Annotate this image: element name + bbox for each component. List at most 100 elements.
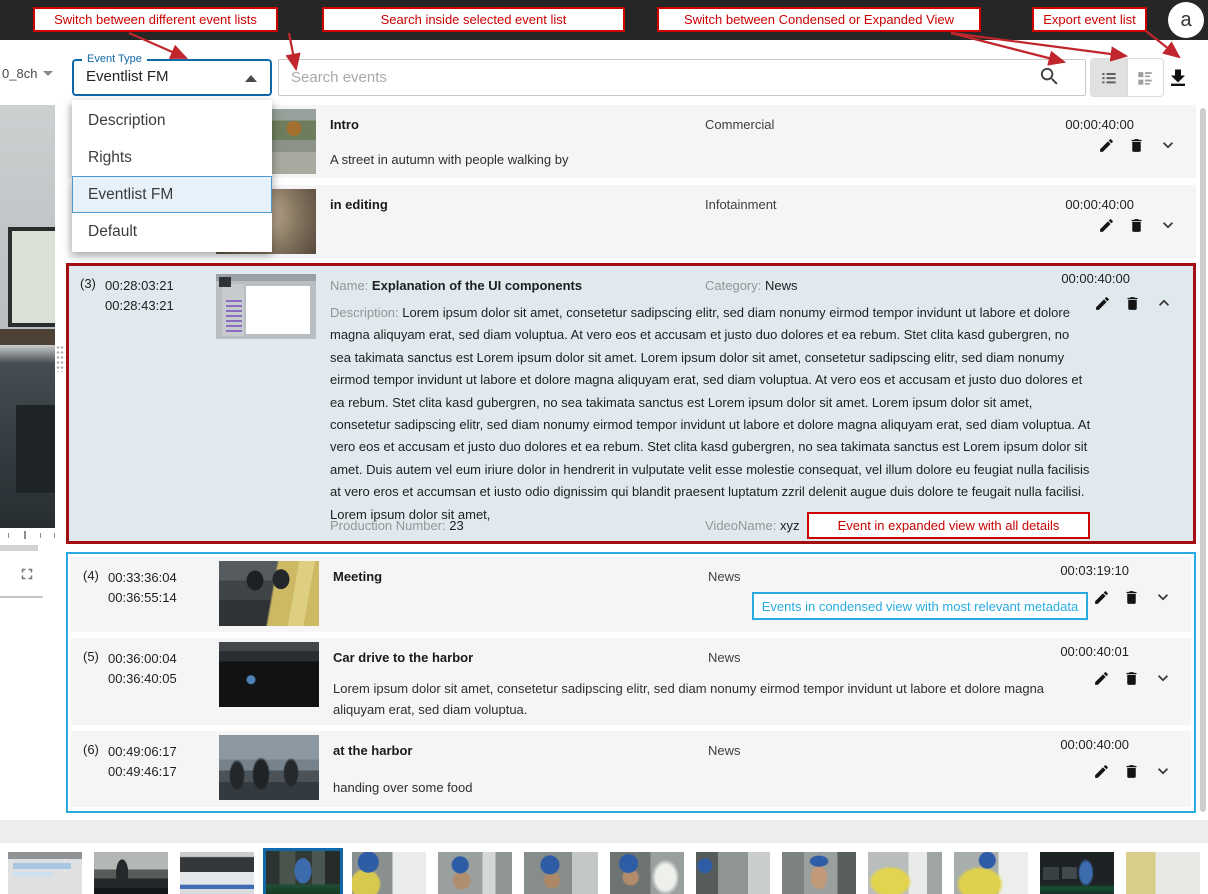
- chevron-down-icon[interactable]: [1153, 587, 1173, 607]
- event-title: Intro: [330, 117, 359, 132]
- delete-icon[interactable]: [1124, 295, 1141, 312]
- event-actions: [1098, 215, 1178, 235]
- filmstrip-thumbnail[interactable]: [868, 852, 942, 894]
- event-row-expanded[interactable]: (3) 00:28:03:21 00:28:43:21 Name: Explan…: [66, 263, 1196, 544]
- chevron-down-icon: [43, 71, 53, 76]
- event-category: Infotainment: [705, 197, 777, 212]
- menu-item-default[interactable]: Default: [72, 213, 272, 250]
- delete-icon[interactable]: [1123, 589, 1140, 606]
- condensed-events-group: (4) 00:33:36:04 00:36:55:14 Meeting News…: [66, 552, 1196, 813]
- event-thumbnail: [219, 561, 319, 626]
- list-view-button[interactable]: [1091, 59, 1127, 96]
- timecode-in: 00:28:03:21: [105, 276, 174, 296]
- timeline-tick: [40, 533, 41, 538]
- timeline-tick: [8, 533, 9, 538]
- event-type-dropdown-menu: Description Rights Eventlist FM Default: [72, 100, 272, 252]
- condensed-view-button[interactable]: [1127, 59, 1164, 96]
- annotation-condensed-view: Events in condensed view with most relev…: [752, 592, 1088, 620]
- timecode-in: 00:49:06:17: [108, 742, 177, 762]
- search-icon[interactable]: [1038, 65, 1061, 88]
- scrollbar[interactable]: [1200, 108, 1206, 812]
- filmstrip-thumbnail[interactable]: [438, 852, 512, 894]
- video-frame-device: [16, 405, 55, 493]
- delete-icon[interactable]: [1128, 137, 1145, 154]
- event-type-value: Eventlist FM: [86, 68, 169, 85]
- event-duration: 00:03:19:10: [1060, 563, 1129, 578]
- filmstrip-thumbnail[interactable]: [610, 852, 684, 894]
- menu-item-rights[interactable]: Rights: [72, 139, 272, 176]
- top-bar: Switch between different event lists Sea…: [0, 0, 1208, 40]
- event-duration: 00:00:40:00: [1065, 117, 1134, 132]
- event-timecodes: 00:33:36:04 00:36:55:14: [108, 568, 177, 608]
- event-timecodes: 00:28:03:21 00:28:43:21: [105, 276, 174, 316]
- event-description: handing over some food: [333, 777, 1053, 798]
- chevron-down-icon[interactable]: [1158, 135, 1178, 155]
- chevron-up-icon[interactable]: [1154, 293, 1174, 313]
- filmstrip-thumbnail[interactable]: [782, 852, 856, 894]
- menu-item-eventlist-fm[interactable]: Eventlist FM: [72, 176, 272, 213]
- view-toggle-group: [1090, 58, 1164, 97]
- edit-icon[interactable]: [1093, 589, 1110, 606]
- fullscreen-button[interactable]: [18, 565, 38, 585]
- delete-icon[interactable]: [1128, 217, 1145, 234]
- filmstrip-thumbnail[interactable]: [180, 852, 254, 894]
- production-number-value: 23: [449, 518, 463, 533]
- edit-icon[interactable]: [1093, 670, 1110, 687]
- event-index: (3): [80, 276, 96, 291]
- event-thumbnail: [219, 735, 319, 800]
- timecode-out: 00:36:40:05: [108, 669, 177, 689]
- app-window: Switch between different event lists Sea…: [0, 0, 1208, 894]
- event-title: in editing: [330, 197, 388, 212]
- event-duration: 00:00:40:00: [1061, 271, 1130, 286]
- filmstrip-thumbnail[interactable]: [954, 852, 1028, 894]
- event-description-value: Lorem ipsum dolor sit amet, consetetur s…: [330, 305, 1090, 522]
- edit-icon[interactable]: [1094, 295, 1111, 312]
- fullscreen-icon: [18, 565, 36, 583]
- list-view-icon: [1099, 68, 1119, 88]
- event-category-value: News: [765, 278, 798, 293]
- splitter-drag-handle[interactable]: [56, 345, 65, 372]
- edit-icon[interactable]: [1098, 217, 1115, 234]
- category-label: Category:: [705, 278, 761, 293]
- chevron-down-icon[interactable]: [1158, 215, 1178, 235]
- event-name-value: Explanation of the UI components: [372, 278, 582, 293]
- player-divider: [0, 596, 43, 598]
- timecode-out: 00:49:46:17: [108, 762, 177, 782]
- filmstrip-thumbnail[interactable]: [1040, 852, 1114, 894]
- export-button[interactable]: [1166, 66, 1190, 90]
- timecode-in: 00:33:36:04: [108, 568, 177, 588]
- event-category: News: [708, 650, 741, 665]
- filmstrip-thumbnail[interactable]: [8, 852, 82, 894]
- event-category: News: [708, 569, 741, 584]
- video-frame-desk-edge: [0, 329, 55, 345]
- event-row[interactable]: (4) 00:33:36:04 00:36:55:14 Meeting News…: [71, 557, 1191, 632]
- menu-item-description[interactable]: Description: [72, 102, 272, 139]
- video-preview[interactable]: [0, 105, 55, 528]
- timecode-in: 00:36:00:04: [108, 649, 177, 669]
- filmstrip-thumbnail[interactable]: [524, 852, 598, 894]
- channel-select[interactable]: 0_8ch: [2, 66, 53, 81]
- delete-icon[interactable]: [1123, 763, 1140, 780]
- event-timecodes: 00:36:00:04 00:36:40:05: [108, 649, 177, 689]
- filmstrip-thumbnail[interactable]: [1126, 852, 1200, 894]
- event-row[interactable]: (6) 00:49:06:17 00:49:46:17 at the harbo…: [71, 731, 1191, 807]
- delete-icon[interactable]: [1123, 670, 1140, 687]
- user-avatar[interactable]: a: [1168, 2, 1204, 38]
- search-input[interactable]: [278, 59, 1086, 96]
- chevron-down-icon[interactable]: [1153, 761, 1173, 781]
- event-category-field: Category: News: [705, 278, 798, 293]
- timeline-scrollbar[interactable]: [0, 545, 38, 551]
- annotation-switch-view: Switch between Condensed or Expanded Vie…: [657, 7, 981, 32]
- edit-icon[interactable]: [1098, 137, 1115, 154]
- chevron-down-icon[interactable]: [1153, 668, 1173, 688]
- event-duration: 00:00:40:00: [1060, 737, 1129, 752]
- annotation-search: Search inside selected event list: [322, 7, 625, 32]
- event-row[interactable]: (5) 00:36:00:04 00:36:40:05 Car drive to…: [71, 638, 1191, 725]
- edit-icon[interactable]: [1093, 763, 1110, 780]
- channel-label: 0_8ch: [2, 66, 37, 81]
- event-category: Commercial: [705, 117, 774, 132]
- filmstrip-thumbnail[interactable]: [696, 852, 770, 894]
- filmstrip-thumbnail[interactable]: [352, 852, 426, 894]
- filmstrip-thumbnail-selected[interactable]: [263, 848, 343, 894]
- filmstrip-thumbnail[interactable]: [94, 852, 168, 894]
